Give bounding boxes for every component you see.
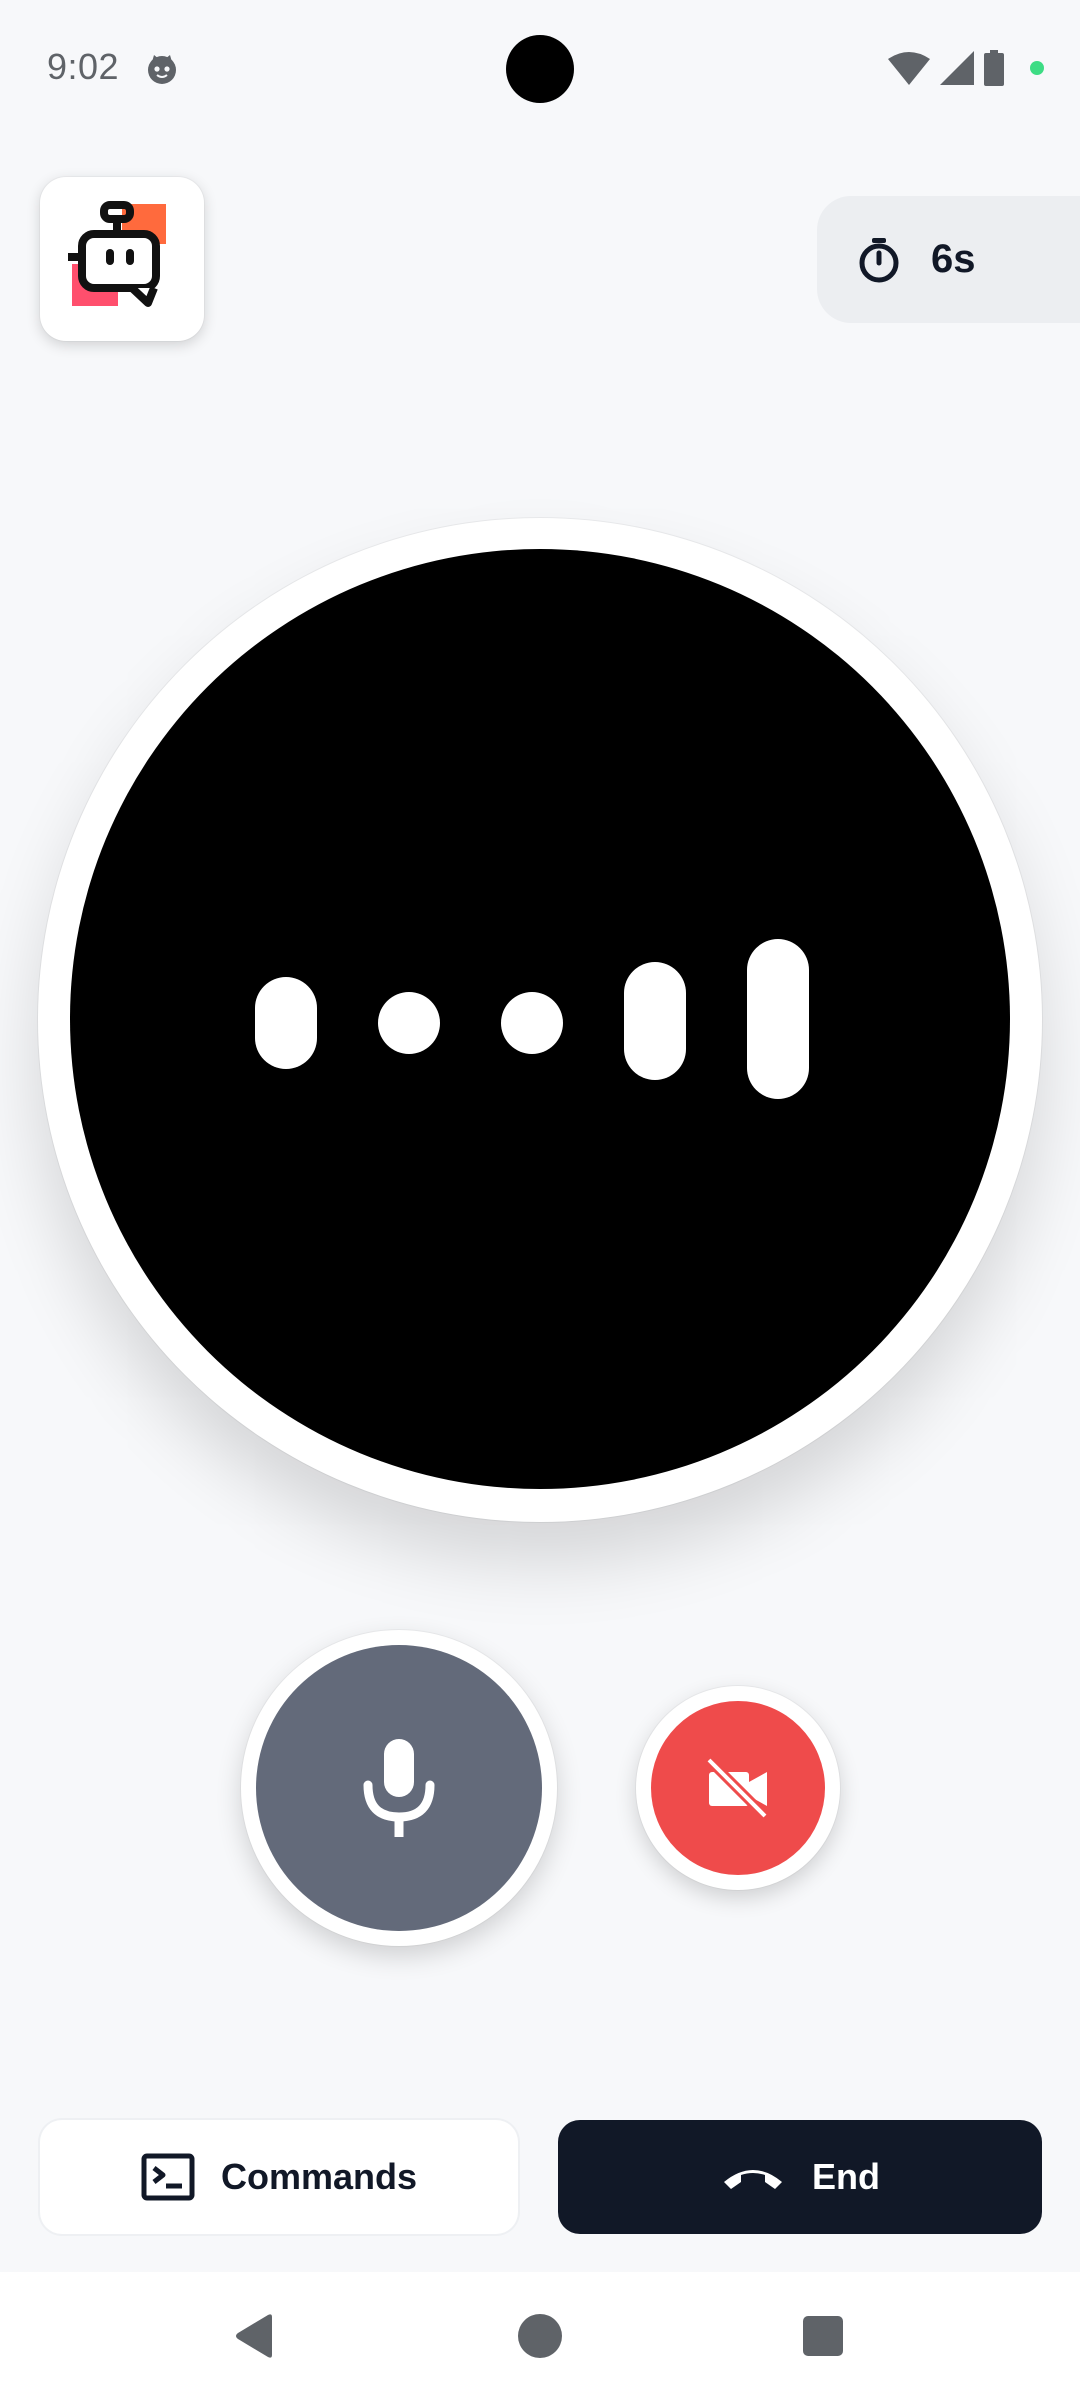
robot-logo-icon xyxy=(68,201,166,307)
timer-label: 6s xyxy=(931,237,976,281)
wave-bar xyxy=(624,962,686,1080)
wifi-icon xyxy=(888,52,930,85)
wave-bar xyxy=(255,977,317,1069)
cat-notification-icon xyxy=(148,55,176,84)
video-toggle-button[interactable] xyxy=(636,1686,840,1890)
wave-bar xyxy=(378,992,440,1054)
wave-bar xyxy=(747,939,809,1099)
app-logo xyxy=(40,177,204,341)
terminal-icon xyxy=(141,2153,195,2201)
status-time: 9:02 xyxy=(47,46,120,87)
end-call-button[interactable]: End xyxy=(558,2120,1042,2234)
phone-hangup-icon xyxy=(724,2170,782,2189)
status-bar: 9:02 xyxy=(0,0,1080,136)
back-triangle-icon[interactable] xyxy=(232,2313,276,2359)
home-circle-icon[interactable] xyxy=(518,2314,562,2358)
system-nav-bar xyxy=(0,2272,1080,2400)
status-icons xyxy=(888,48,1044,88)
stopwatch-icon xyxy=(859,237,899,282)
commands-label: Commands xyxy=(220,2156,418,2197)
privacy-indicator-dot xyxy=(1030,61,1044,75)
mic-toggle-face[interactable] xyxy=(256,1645,542,1931)
battery-icon xyxy=(984,50,1004,86)
recents-square-icon[interactable] xyxy=(803,2316,843,2356)
microphone-icon xyxy=(363,1739,435,1837)
commands-button[interactable]: Commands xyxy=(40,2120,518,2234)
audio-visualizer-disc xyxy=(70,549,1010,1489)
camera-cutout xyxy=(506,35,574,103)
wave-bar xyxy=(501,992,563,1054)
call-timer: 6s xyxy=(817,196,1080,323)
mic-toggle-button[interactable] xyxy=(241,1630,557,1946)
video-toggle-face[interactable] xyxy=(651,1701,825,1875)
end-label: End xyxy=(812,2156,880,2197)
cellular-signal-icon xyxy=(940,51,974,85)
audio-visualizer xyxy=(38,518,1042,1522)
video-off-icon xyxy=(705,1756,769,1820)
